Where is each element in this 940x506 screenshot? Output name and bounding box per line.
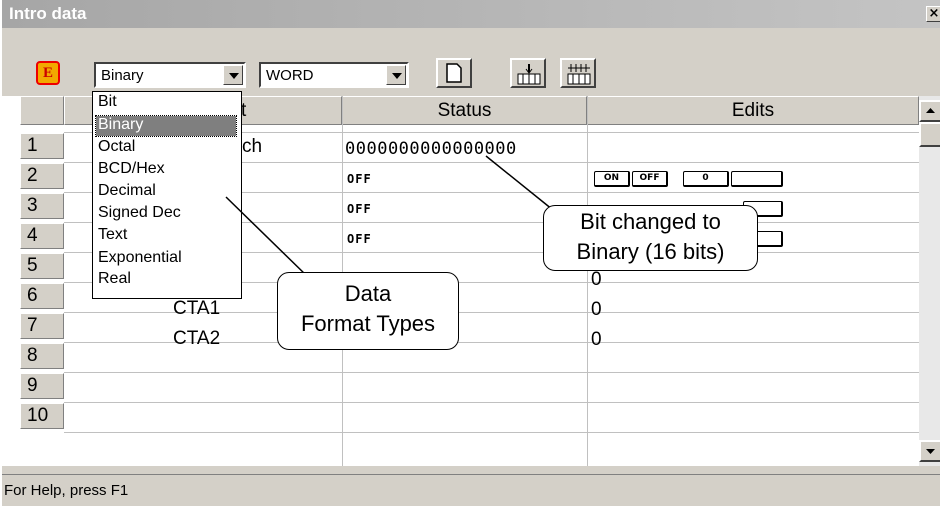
bit-changed-callout-line2: Binary (16 bits) <box>576 239 725 264</box>
status-bar-text: For Help, press F1 <box>4 482 129 499</box>
format-types-leader-line <box>225 196 309 278</box>
bit-changed-callout: Bit changed to Binary (16 bits) <box>543 205 758 271</box>
bit-changed-leader-line <box>485 155 559 215</box>
status-bar: For Help, press F1 <box>2 474 940 506</box>
format-types-callout-line2: Format Types <box>300 311 436 336</box>
window: Intro data × E Binary WORD t Status Edit… <box>0 0 940 506</box>
bit-changed-callout-line1: Bit changed to <box>580 209 721 234</box>
callout-leader-lines <box>225 155 559 278</box>
format-types-callout-line1: Data <box>344 281 392 306</box>
format-types-callout: Data Format Types <box>277 272 459 350</box>
